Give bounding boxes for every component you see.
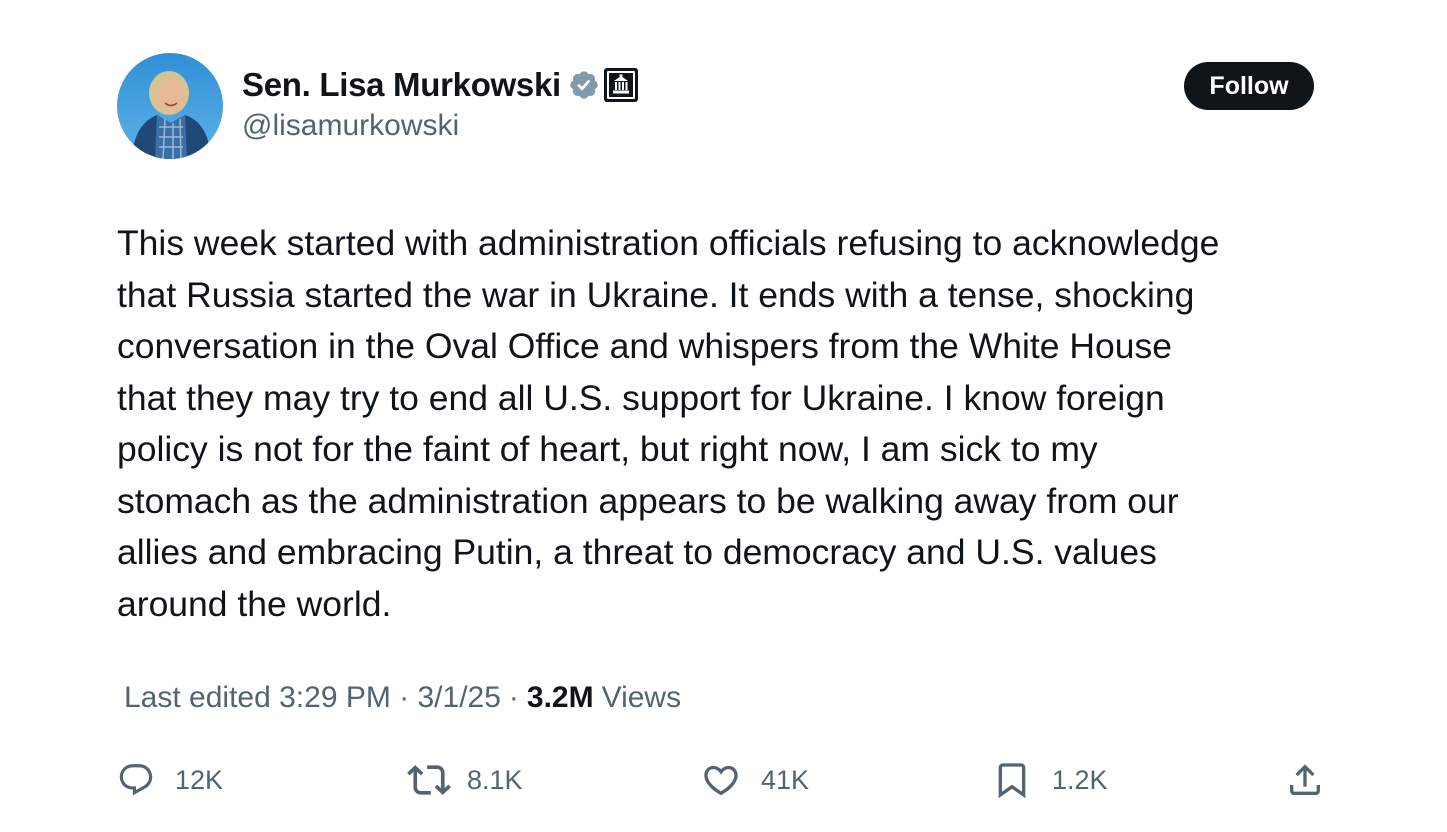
bookmark-count: 1.2K (1052, 764, 1108, 795)
tweet-text-line: that they may try to end all U.S. suppor… (117, 377, 1165, 418)
bookmark-icon (998, 763, 1026, 799)
author-display-name[interactable]: Sen. Lisa Murkowski (242, 66, 561, 104)
tweet-action-bar: 12K 8.1K 41K 1.2K (0, 752, 1447, 808)
share-button[interactable] (1285, 752, 1325, 808)
views-label: Views (601, 681, 682, 714)
meta-separator: · (508, 681, 519, 714)
reply-button[interactable]: 12K (117, 752, 223, 808)
tweet-text-line: This week started with administration of… (117, 223, 1220, 263)
government-building-icon[interactable] (603, 68, 638, 102)
tweet-text-line: that Russia started the war in Ukraine. … (117, 274, 1195, 315)
tweet-text-line: allies and embracing Putin, a threat to … (117, 532, 1157, 572)
tweet-text-line: around the world. (117, 583, 392, 624)
retweet-icon (407, 765, 451, 795)
bookmark-button[interactable]: 1.2K (992, 752, 1108, 808)
reply-icon (119, 764, 153, 796)
follow-button[interactable]: Follow (1184, 62, 1314, 110)
heart-icon (704, 765, 738, 796)
retweet-count: 8.1K (467, 764, 523, 795)
author-name-row: Sen. Lisa Murkowski (242, 64, 638, 106)
verified-badge-icon[interactable] (568, 69, 600, 101)
views-count: 3.2M (526, 681, 594, 714)
tweet-meta: Last edited 3:29 PM · 3/1/25 · 3.2M View… (124, 681, 681, 715)
author-handle[interactable]: @lisamurkowski (242, 109, 459, 143)
retweet-button[interactable]: 8.1K (407, 752, 523, 808)
last-edited-timestamp[interactable]: Last edited 3:29 PM · 3/1/25 (124, 681, 501, 715)
avatar[interactable] (117, 53, 223, 159)
tweet-text-line: conversation in the Oval Office and whis… (117, 326, 1172, 366)
share-icon (1290, 764, 1320, 795)
tweet-text-line: policy is not for the faint of heart, bu… (117, 429, 1098, 469)
like-count: 41K (761, 764, 810, 795)
reply-count: 12K (175, 764, 224, 795)
tweet-text: This week started with administration of… (117, 218, 1347, 630)
avatar-image (117, 53, 223, 159)
like-button[interactable]: 41K (701, 752, 809, 808)
tweet-text-line: stomach as the administration appears to… (117, 480, 1179, 521)
